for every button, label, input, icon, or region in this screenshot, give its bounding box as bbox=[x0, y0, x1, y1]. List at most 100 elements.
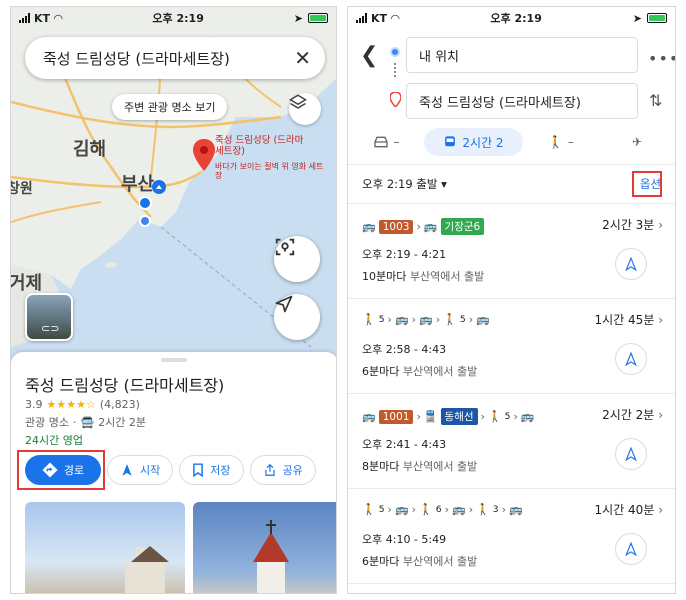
start-navigation-button[interactable] bbox=[615, 343, 647, 375]
walking-icon: 🚶 bbox=[362, 313, 376, 326]
driving-time: – bbox=[393, 135, 400, 149]
walking-icon: 🚶 bbox=[547, 135, 563, 149]
signal-icon bbox=[19, 13, 30, 23]
frequency-text: 6분마다 bbox=[362, 555, 400, 568]
route-option[interactable]: 🚌 1001 › 🚆 동해선 › 🚶 5 › 🚌 2시간 2분 › 오후 2:41… bbox=[348, 394, 675, 489]
directions-header: ❮ 내 위치 죽성 드림성당 (드라마세트장) ••• ⇅ bbox=[348, 29, 675, 129]
search-query[interactable]: 죽성 드림성당 (드라마세트장) bbox=[43, 48, 294, 69]
bus-line-badge: 1003 bbox=[378, 219, 414, 234]
route-steps: 🚌 1001 › 🚆 동해선 › 🚶 5 › 🚌 bbox=[362, 408, 535, 425]
place-photo-1[interactable] bbox=[25, 502, 185, 593]
highlight-directions bbox=[17, 450, 105, 490]
start-button[interactable]: 시작 bbox=[107, 455, 174, 485]
my-location-button[interactable] bbox=[274, 294, 320, 340]
start-navigation-button[interactable] bbox=[615, 533, 647, 565]
origin-field[interactable]: 내 위치 bbox=[406, 37, 638, 73]
tab-driving[interactable]: – bbox=[348, 128, 424, 156]
navigation-icon bbox=[625, 447, 637, 461]
depart-time-selector[interactable]: 오후 2:19 출발 ▾ bbox=[362, 176, 447, 192]
search-bar[interactable]: 죽성 드림성당 (드라마세트장) ✕ bbox=[25, 37, 325, 79]
route-option[interactable]: 🚶 5 › 🚌 › 🚶 6 › 🚌 › 🚶 3 › 🚌 1시간 40분 › 오후 4:… bbox=[348, 489, 675, 584]
route-option[interactable]: 🚌 1003 › 🚌 기장군6 2시간 3분 › 오후 2:19 - 4:21 … bbox=[348, 204, 675, 299]
route-duration: 1시간 45분 › bbox=[595, 311, 663, 328]
carrier: KT bbox=[34, 11, 51, 25]
bus-icon: 🚌 bbox=[509, 503, 523, 516]
transit-time: 2시간 2분 bbox=[98, 416, 147, 429]
step-separator-icon: › bbox=[501, 503, 507, 516]
walking-icon: 🚶 bbox=[476, 503, 490, 516]
sheet-handle[interactable] bbox=[161, 358, 187, 362]
route-frequency: 10분마다 부산역에서 출발 bbox=[362, 268, 484, 284]
church-illustration-1 bbox=[125, 546, 169, 593]
category: 관광 명소 bbox=[25, 416, 69, 429]
highlight-options bbox=[632, 171, 662, 197]
lens-button[interactable] bbox=[274, 236, 320, 282]
walk-minutes: 5 bbox=[504, 411, 511, 422]
origin-station: 부산역에서 출발 bbox=[409, 270, 485, 283]
back-arrow-icon[interactable]: ❮ bbox=[360, 43, 378, 68]
step-separator-icon: › bbox=[435, 313, 441, 326]
scan-location-icon bbox=[275, 238, 295, 256]
step-separator-icon: › bbox=[387, 313, 392, 326]
step-separator-icon: › bbox=[387, 503, 392, 516]
step-separator-icon: › bbox=[416, 220, 421, 233]
walk-minutes: 5 bbox=[378, 504, 385, 515]
dropdown-caret-icon: ▾ bbox=[441, 177, 447, 191]
bus-icon: 🚌 bbox=[451, 503, 466, 516]
route-times: 오후 2:58 - 4:43 bbox=[362, 343, 447, 356]
more-options-icon[interactable]: ••• bbox=[648, 49, 675, 68]
place-sheet[interactable]: 죽성 드림성당 (드라마세트장) 3.9 ★★★★☆ (4,823) 관광 명소… bbox=[11, 352, 336, 593]
step-separator-icon: › bbox=[444, 503, 449, 516]
swap-icon[interactable]: ⇅ bbox=[649, 91, 662, 110]
share-button[interactable]: 공유 bbox=[249, 455, 316, 485]
route-steps: 🚶 5 › 🚌 › 🚶 6 › 🚌 › 🚶 3 › 🚌 bbox=[362, 503, 523, 516]
bookmark-icon bbox=[193, 463, 204, 477]
route-connector bbox=[394, 63, 396, 77]
bus-icon: 🚌 bbox=[520, 410, 535, 423]
tab-walking[interactable]: 🚶 – bbox=[523, 128, 599, 156]
train-icon: 🚆 bbox=[423, 410, 438, 423]
start-navigation-button[interactable] bbox=[615, 438, 647, 470]
close-icon[interactable]: ✕ bbox=[294, 46, 311, 70]
start-navigation-button[interactable] bbox=[615, 248, 647, 280]
tab-transit[interactable]: 2시간 2 bbox=[424, 128, 523, 156]
separator-dot: · bbox=[72, 415, 77, 429]
carrier: KT bbox=[371, 11, 388, 25]
nearby-attractions-chip[interactable]: 주변 관광 명소 보기 bbox=[112, 94, 228, 120]
step-separator-icon: › bbox=[468, 313, 474, 326]
location-markers bbox=[139, 180, 166, 227]
place-pin-icon[interactable] bbox=[193, 139, 215, 173]
wifi-icon: ◠ bbox=[391, 11, 400, 25]
route-duration: 2시간 3분 › bbox=[602, 216, 663, 233]
bus-icon bbox=[445, 136, 456, 147]
route-option[interactable]: 🚶 5 › 🚌 › 🚌 › 🚶 5 › 🚌 1시간 45분 › 오후 2:58 - … bbox=[348, 299, 675, 394]
route-duration-text: 1시간 40분 bbox=[594, 503, 655, 517]
bus-line-badge: 기장군6 bbox=[440, 218, 485, 235]
chevron-right-icon: › bbox=[658, 503, 663, 517]
layers-button[interactable] bbox=[289, 93, 321, 125]
bus-icon: 🚌 bbox=[476, 313, 490, 326]
review-count[interactable]: (4,823) bbox=[100, 398, 140, 411]
street-view-thumbnail[interactable]: ⊂⊃ bbox=[25, 293, 73, 341]
route-steps: 🚌 1003 › 🚌 기장군6 bbox=[362, 218, 485, 235]
tab-flights[interactable]: ✈ bbox=[599, 128, 675, 156]
origin-station: 부산역에서 출발 bbox=[402, 365, 478, 378]
street-view-icon: ⊂⊃ bbox=[41, 322, 60, 335]
destination-field[interactable]: 죽성 드림성당 (드라마세트장) bbox=[406, 83, 638, 119]
map-label-gimhae: 김해 bbox=[73, 139, 107, 160]
save-button[interactable]: 저장 bbox=[179, 455, 244, 485]
car-icon bbox=[373, 136, 388, 148]
place-photo-2[interactable] bbox=[193, 502, 336, 593]
navigation-icon bbox=[625, 257, 637, 271]
route-duration-text: 2시간 3분 bbox=[602, 218, 655, 232]
place-title: 죽성 드림성당 (드라마세트장) bbox=[25, 376, 225, 395]
route-duration: 1시간 40분 › bbox=[595, 501, 663, 518]
status-time: 오후 2:19 bbox=[152, 12, 204, 25]
transit-icon: 🚍 bbox=[80, 415, 95, 429]
bus-icon: 🚌 bbox=[419, 313, 433, 326]
route-steps: 🚶 5 › 🚌 › 🚌 › 🚶 5 › 🚌 bbox=[362, 313, 490, 326]
rating-stars: ★★★★☆ bbox=[46, 398, 96, 411]
route-duration: 2시간 2분 › bbox=[602, 406, 663, 423]
map-label-changwon: 창원 bbox=[11, 181, 33, 197]
map-view[interactable]: 죽성 드림성당 (드라마세트장) ✕ 주변 관광 명소 보기 김해 부산 창원 … bbox=[11, 7, 336, 367]
